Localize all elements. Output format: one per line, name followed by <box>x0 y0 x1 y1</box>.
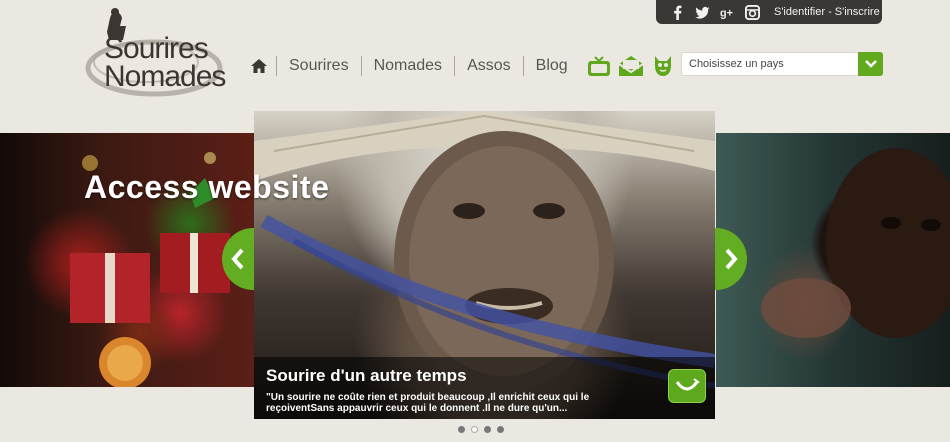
auth-links: S'identifier - S'inscrire <box>774 6 880 18</box>
slide-title[interactable]: Sourire d'un autre temps <box>266 366 703 386</box>
logo-text-line2: Nomades <box>104 60 225 93</box>
top-social-bar: g+ S'identifier - S'inscrire <box>656 0 882 24</box>
slide-caption: Sourire d'un autre temps "Un sourire ne … <box>254 357 715 419</box>
country-select[interactable]: Choisissez un pays <box>681 52 883 76</box>
mascot-icon[interactable] <box>650 53 676 79</box>
carousel-dots <box>458 426 504 433</box>
nav-assos[interactable]: Assos <box>455 57 523 75</box>
main-nav: Sourires Nomades Assos Blog <box>248 52 676 80</box>
nav-sourires[interactable]: Sourires <box>277 57 361 75</box>
home-icon[interactable] <box>248 55 270 77</box>
register-link[interactable]: S'inscrire <box>835 6 880 18</box>
google-plus-icon[interactable]: g+ <box>720 5 735 20</box>
login-link[interactable]: S'identifier <box>774 6 825 18</box>
slide-child-image <box>716 133 950 387</box>
chevron-left-icon <box>231 248 244 270</box>
instagram-icon[interactable] <box>745 4 760 20</box>
nav-blog[interactable]: Blog <box>524 57 580 75</box>
facebook-icon[interactable] <box>670 5 685 20</box>
carousel-dot[interactable] <box>471 426 478 433</box>
slide-description: "Un sourire ne coûte rien et produit bea… <box>266 392 590 414</box>
carousel-dot[interactable] <box>497 426 504 433</box>
featured-slide[interactable]: Sourire d'un autre temps "Un sourire ne … <box>254 111 715 419</box>
smile-icon <box>675 378 700 391</box>
svg-text:g+: g+ <box>720 7 733 19</box>
tv-icon[interactable] <box>586 53 612 79</box>
country-select-value: Choisissez un pays <box>689 58 784 70</box>
site-logo[interactable]: Sourires Nomades <box>84 6 236 100</box>
auth-separator: - <box>825 6 835 18</box>
chevron-down-icon[interactable] <box>858 52 883 76</box>
mail-icon[interactable] <box>618 53 644 79</box>
nav-nomades[interactable]: Nomades <box>362 57 454 75</box>
nav-icon-group <box>586 53 676 79</box>
access-website-title[interactable]: Access website <box>84 169 329 206</box>
twitter-icon[interactable] <box>695 5 710 20</box>
carousel-dot[interactable] <box>458 426 465 433</box>
smile-go-button[interactable] <box>668 369 706 403</box>
carousel-dot[interactable] <box>484 426 491 433</box>
chevron-right-icon <box>725 248 738 270</box>
